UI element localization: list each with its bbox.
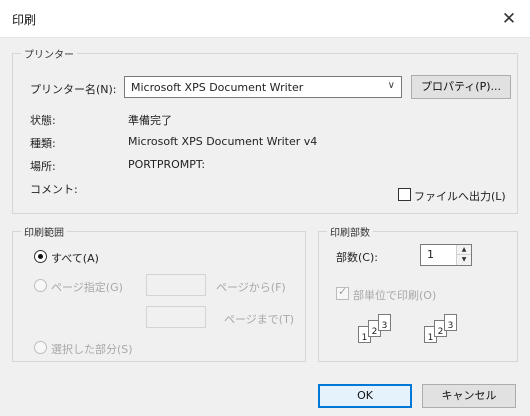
print-to-file-label: ファイルへ出力(L) [414,190,506,203]
copies-group-label: 印刷部数 [330,228,370,239]
page-to-input[interactable] [146,306,206,328]
title-bar: 印刷 ✕ [0,0,530,38]
range-pages-radio[interactable] [34,279,47,292]
comment-label: コメント: [30,183,78,196]
print-range-group-label: 印刷範囲 [24,228,64,239]
collate-label: 部単位で印刷(O) [353,289,437,302]
status-value: 準備完了 [128,114,172,127]
dialog-body: プリンター プリンター名(N): Microsoft XPS Document … [0,38,530,416]
printer-name-select[interactable]: Microsoft XPS Document Writer ∨ [124,76,402,98]
location-value: PORTPROMPT: [128,158,206,171]
printer-name-label: プリンター名(N): [30,83,117,96]
page-sheet: 3 [444,314,457,331]
range-pages-label: ページ指定(G) [51,281,123,294]
copies-count-label: 部数(C): [336,251,378,264]
range-selection-radio[interactable] [34,341,47,354]
copies-count-stepper[interactable]: 1 ▲ ▼ [420,244,472,266]
stepper-arrows: ▲ ▼ [456,245,471,265]
location-label: 場所: [30,160,56,173]
copies-count-value: 1 [427,248,434,261]
type-value: Microsoft XPS Document Writer v4 [128,135,318,148]
dialog-title: 印刷 [12,13,37,27]
page-sheet: 3 [378,314,391,331]
status-label: 状態: [30,114,56,127]
close-icon[interactable]: ✕ [498,8,520,30]
range-all-radio[interactable] [34,250,47,263]
page-to-label: ページまで(T) [224,313,295,326]
printer-name-value: Microsoft XPS Document Writer [131,81,304,94]
range-all-label: すべて(A) [51,252,99,265]
page-from-input[interactable] [146,274,206,296]
cancel-button[interactable]: キャンセル [422,384,516,408]
stepper-down-icon[interactable]: ▼ [457,255,471,265]
type-label: 種類: [30,137,56,150]
ok-button[interactable]: OK [318,384,412,408]
print-to-file-checkbox[interactable] [398,188,411,201]
collate-checkbox[interactable] [336,285,349,300]
page-from-label: ページから(F) [216,281,286,294]
printer-group-label: プリンター [24,50,74,61]
stepper-up-icon[interactable]: ▲ [457,245,471,255]
chevron-down-icon: ∨ [387,80,395,91]
properties-button[interactable]: プロパティ(P)... [411,75,511,99]
range-selection-label: 選択した部分(S) [51,343,133,356]
collate-pages-icon: 1 2 3 1 2 3 [358,314,488,348]
